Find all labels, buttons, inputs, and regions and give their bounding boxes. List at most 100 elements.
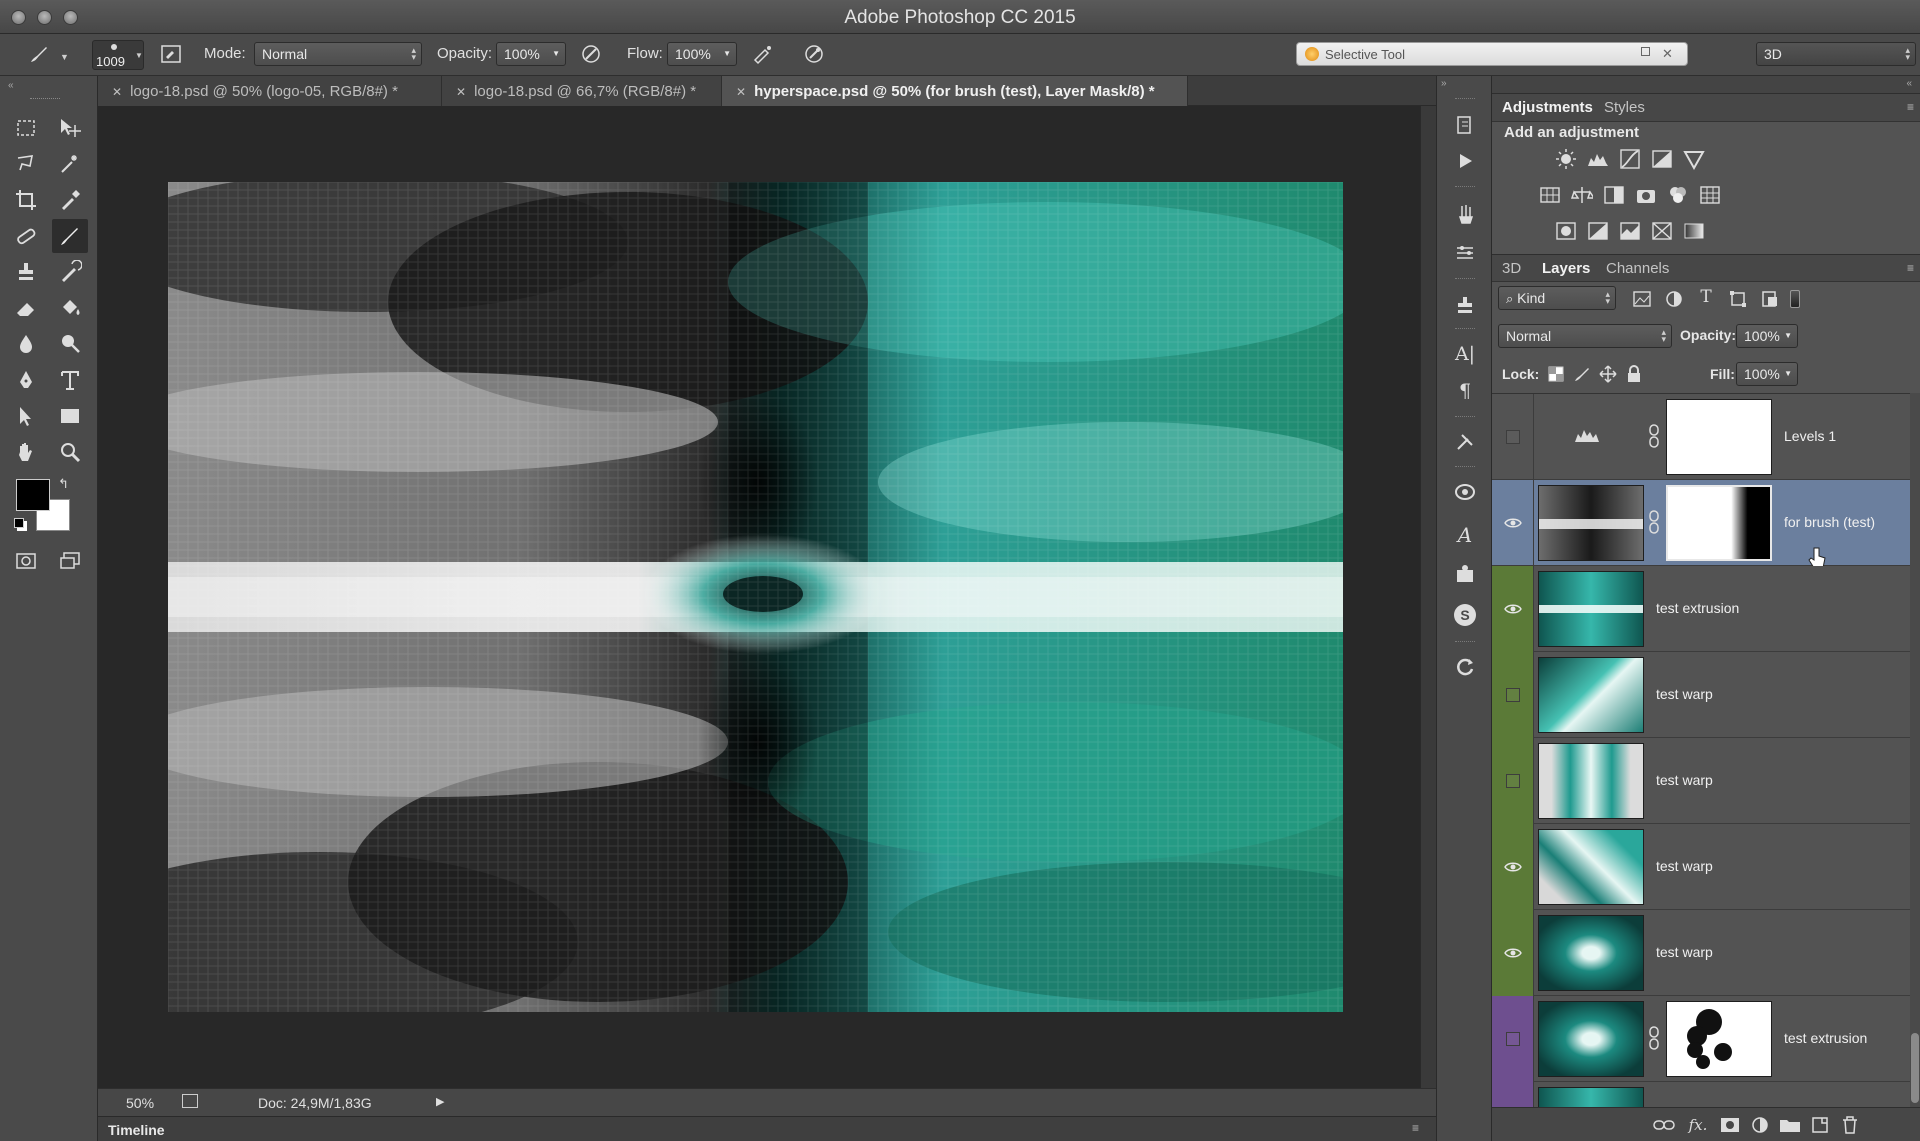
visibility-toggle[interactable] bbox=[1492, 910, 1534, 996]
close-icon[interactable]: ✕ bbox=[1662, 46, 1673, 62]
layer-thumbnail[interactable] bbox=[1538, 829, 1644, 905]
brush-tool-preset-icon[interactable] bbox=[26, 41, 52, 67]
link-icon[interactable] bbox=[1648, 424, 1660, 448]
visibility-toggle[interactable] bbox=[1492, 394, 1534, 480]
tool-presets-panel-icon[interactable] bbox=[1449, 427, 1481, 457]
paragraph-panel-icon[interactable]: ¶ bbox=[1449, 376, 1481, 406]
visibility-toggle[interactable] bbox=[1492, 1082, 1534, 1107]
fx-layer-style-icon[interactable]: fx. bbox=[1686, 1114, 1710, 1136]
filter-pixel-icon[interactable] bbox=[1630, 288, 1654, 310]
refresh-plugin-panel-icon[interactable] bbox=[1449, 652, 1481, 682]
move-tool-icon[interactable] bbox=[52, 111, 88, 145]
timeline-panel-tab[interactable]: Timeline ≡ bbox=[98, 1116, 1436, 1141]
history-panel-icon[interactable] bbox=[1449, 110, 1481, 140]
paint-bucket-tool-icon[interactable] bbox=[52, 291, 88, 325]
lock-all-icon[interactable] bbox=[1622, 363, 1646, 385]
character-panel-icon[interactable]: A| bbox=[1449, 339, 1481, 369]
hue-saturation-icon[interactable] bbox=[1538, 184, 1562, 206]
threshold-icon[interactable] bbox=[1618, 220, 1642, 242]
layer-thumbnail[interactable] bbox=[1538, 1087, 1644, 1107]
visibility-toggle[interactable] bbox=[1492, 566, 1534, 652]
gradient-map-icon[interactable] bbox=[1682, 220, 1706, 242]
posterize-icon[interactable] bbox=[1586, 220, 1610, 242]
photo-filter-icon[interactable] bbox=[1634, 184, 1658, 206]
layer-mask-thumbnail[interactable] bbox=[1666, 485, 1772, 561]
layer-name[interactable]: Levels 1 bbox=[1784, 428, 1836, 444]
add-mask-icon[interactable] bbox=[1718, 1114, 1742, 1136]
tab-channels[interactable]: Channels bbox=[1606, 260, 1669, 277]
layer-name[interactable]: test warp bbox=[1656, 772, 1713, 788]
brush-tool-icon[interactable] bbox=[52, 219, 88, 253]
libraries-panel-icon[interactable] bbox=[1449, 477, 1481, 507]
path-selection-tool-icon[interactable] bbox=[8, 399, 44, 433]
chevron-down-icon[interactable]: ▼ bbox=[60, 52, 69, 62]
rectangle-tool-icon[interactable] bbox=[52, 399, 88, 433]
close-icon[interactable]: ✕ bbox=[456, 85, 466, 99]
layers-scrollbar[interactable] bbox=[1910, 393, 1920, 1107]
channel-mixer-icon[interactable] bbox=[1666, 184, 1690, 206]
quick-mask-icon[interactable] bbox=[8, 544, 44, 578]
layer-name[interactable]: test warp bbox=[1656, 858, 1713, 874]
filter-type-icon[interactable]: T bbox=[1694, 286, 1718, 308]
blur-tool-icon[interactable] bbox=[8, 327, 44, 361]
layer-name[interactable]: test extrusion bbox=[1784, 1030, 1867, 1046]
close-icon[interactable]: ✕ bbox=[112, 85, 122, 99]
panel-menu-icon[interactable]: ≡ bbox=[1412, 1121, 1419, 1135]
fill-field[interactable]: 100% ▼ bbox=[1736, 362, 1798, 386]
new-layer-icon[interactable] bbox=[1808, 1114, 1832, 1136]
brush-panel-icon[interactable] bbox=[1449, 238, 1481, 268]
glyphs-panel-icon[interactable]: A bbox=[1449, 520, 1481, 550]
visibility-toggle[interactable] bbox=[1492, 996, 1534, 1082]
layer-name[interactable]: test warp bbox=[1656, 686, 1713, 702]
trash-icon[interactable] bbox=[1838, 1114, 1862, 1136]
tab-hyperspace[interactable]: ✕ hyperspace.psd @ 50% (for brush (test),… bbox=[722, 76, 1188, 106]
filter-smart-object-icon[interactable] bbox=[1758, 288, 1782, 310]
layer-row[interactable] bbox=[1492, 1082, 1910, 1107]
layer-row[interactable]: test extrusion bbox=[1492, 996, 1910, 1082]
layer-name[interactable]: for brush (test) bbox=[1784, 514, 1875, 530]
magic-wand-tool-icon[interactable] bbox=[52, 147, 88, 181]
document-canvas[interactable] bbox=[168, 182, 1343, 1012]
plugin-s-panel-icon[interactable]: S bbox=[1449, 600, 1481, 630]
visibility-toggle[interactable] bbox=[1492, 480, 1534, 566]
layer-mask-thumbnail[interactable] bbox=[1666, 1001, 1772, 1077]
actions-panel-icon[interactable] bbox=[1449, 146, 1481, 176]
link-icon[interactable] bbox=[1648, 510, 1660, 534]
clone-stamp-tool-icon[interactable] bbox=[8, 255, 44, 289]
foreground-color-swatch[interactable] bbox=[16, 479, 50, 511]
mode-select[interactable]: Normal ▴ ▾ bbox=[254, 42, 422, 66]
lasso-tool-icon[interactable] bbox=[8, 147, 44, 181]
color-lookup-icon[interactable] bbox=[1698, 184, 1722, 206]
visibility-toggle[interactable] bbox=[1492, 824, 1534, 910]
layer-thumbnail[interactable] bbox=[1538, 485, 1644, 561]
pressure-size-icon[interactable] bbox=[801, 41, 827, 67]
layer-thumbnail[interactable] bbox=[1538, 571, 1644, 647]
restore-icon[interactable] bbox=[1641, 47, 1650, 56]
expand-panels-icon[interactable]: » bbox=[1441, 78, 1447, 89]
layer-thumbnail[interactable] bbox=[1538, 657, 1644, 733]
layer-name[interactable]: test extrusion bbox=[1656, 600, 1739, 616]
close-icon[interactable]: ✕ bbox=[736, 85, 746, 99]
zoom-tool-icon[interactable] bbox=[52, 435, 88, 469]
lock-position-icon[interactable] bbox=[1596, 363, 1620, 385]
lock-image-pixels-icon[interactable] bbox=[1570, 363, 1594, 385]
brush-panel-toggle-icon[interactable] bbox=[158, 41, 184, 67]
layer-row[interactable]: Levels 1 bbox=[1492, 394, 1910, 480]
airbrush-icon[interactable] bbox=[750, 41, 776, 67]
new-group-icon[interactable] bbox=[1778, 1114, 1802, 1136]
default-colors-icon[interactable] bbox=[14, 518, 24, 528]
clone-source-panel-icon[interactable] bbox=[1449, 290, 1481, 320]
blend-mode-select[interactable]: Normal ▴ ▾ bbox=[1498, 324, 1672, 348]
swap-colors-icon[interactable]: ↰ bbox=[58, 476, 69, 492]
status-menu-arrow-icon[interactable]: ▶ bbox=[436, 1095, 444, 1108]
color-balance-icon[interactable] bbox=[1570, 184, 1594, 206]
levels-adjustment-icon[interactable] bbox=[1586, 148, 1610, 170]
lock-transparent-pixels-icon[interactable] bbox=[1544, 363, 1568, 385]
invert-icon[interactable] bbox=[1554, 220, 1578, 242]
brush-presets-panel-icon[interactable] bbox=[1449, 199, 1481, 229]
layer-row[interactable]: test warp bbox=[1492, 824, 1910, 910]
layer-thumbnail[interactable] bbox=[1538, 743, 1644, 819]
layer-opacity-field[interactable]: 100% ▼ bbox=[1736, 324, 1798, 348]
properties-panel-icon[interactable] bbox=[1449, 560, 1481, 590]
export-icon[interactable] bbox=[182, 1094, 198, 1108]
